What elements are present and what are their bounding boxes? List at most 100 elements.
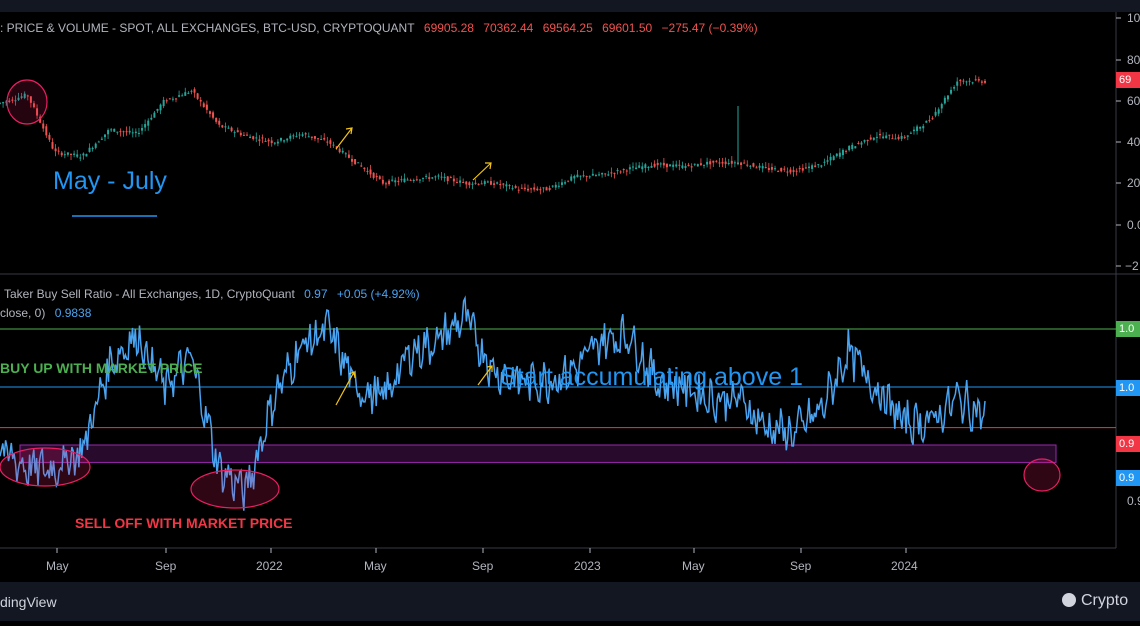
candle-body xyxy=(452,178,455,182)
candle-body xyxy=(449,177,452,179)
candle-body xyxy=(619,171,622,173)
candle-body xyxy=(641,166,644,170)
candle-body xyxy=(276,141,279,144)
candle-body xyxy=(100,138,103,140)
candle-body xyxy=(378,176,381,179)
x-label-5: 2023 xyxy=(574,559,601,573)
candle-body xyxy=(82,153,85,156)
candle-body xyxy=(224,126,227,128)
candle-body xyxy=(709,161,712,165)
candle-body xyxy=(792,170,795,172)
candle-body xyxy=(882,136,885,139)
candle-body xyxy=(764,167,767,169)
price-legend-high: 70362.44 xyxy=(483,21,534,35)
candle-body xyxy=(286,138,289,141)
price-legend[interactable]: : PRICE & VOLUME - SPOT, ALL EXCHANGES, … xyxy=(0,21,764,35)
cryptoquant-logo[interactable]: Crypto xyxy=(1062,592,1128,610)
candle-body xyxy=(601,172,604,175)
candle-body xyxy=(128,130,131,133)
candle-body xyxy=(564,182,567,184)
candle-body xyxy=(851,144,854,150)
candle-body xyxy=(493,183,496,185)
candle-body xyxy=(650,165,653,168)
candle-body xyxy=(706,161,709,165)
candle-body xyxy=(807,166,810,169)
candle-body xyxy=(474,182,477,184)
candle-body xyxy=(903,136,906,138)
candle-body xyxy=(351,158,354,162)
candle-body xyxy=(730,160,733,164)
candle-body xyxy=(919,126,922,129)
candle-body xyxy=(909,132,912,134)
candle-body xyxy=(246,134,249,136)
arrow-top-2 xyxy=(472,162,492,181)
candle-body xyxy=(613,172,616,174)
candle-body xyxy=(51,142,54,149)
ratio-legend-title: Taker Buy Sell Ratio - All Exchanges, 1D… xyxy=(4,287,295,301)
candle-body xyxy=(943,97,946,104)
candle-body xyxy=(45,126,48,136)
candle-body xyxy=(804,167,807,169)
x-label-8: 2024 xyxy=(891,559,918,573)
tradingview-brand[interactable]: dingView xyxy=(0,594,57,610)
candle-body xyxy=(505,184,508,187)
candle-body xyxy=(743,162,746,164)
ratio-legend-line2-value: 0.9838 xyxy=(54,306,92,320)
candle-body xyxy=(604,173,607,175)
candle-body xyxy=(496,182,499,184)
candle-body xyxy=(347,154,350,158)
candle-body xyxy=(854,146,857,149)
candle-body xyxy=(703,164,706,166)
candle-body xyxy=(625,170,628,172)
candle-body xyxy=(817,164,820,166)
candle-body xyxy=(323,137,326,140)
candle-body xyxy=(530,188,533,190)
candle-body xyxy=(699,163,702,166)
candle-body xyxy=(42,123,45,129)
candle-body xyxy=(332,144,335,146)
candle-body xyxy=(727,162,730,164)
candle-body xyxy=(239,132,242,136)
candle-body xyxy=(88,147,91,152)
candle-body xyxy=(780,167,783,172)
candle-body xyxy=(712,160,715,163)
candle-body xyxy=(585,176,588,178)
candle-body xyxy=(162,99,165,107)
candle-body xyxy=(551,185,554,187)
candle-body xyxy=(934,111,937,116)
candle-body xyxy=(687,164,690,167)
candle-body xyxy=(184,92,187,96)
candle-body xyxy=(131,132,134,134)
candle-body xyxy=(665,163,668,168)
ratio-legend[interactable]: Taker Buy Sell Ratio - All Exchanges, 1D… xyxy=(4,287,426,301)
candle-body xyxy=(431,177,434,179)
candle-body xyxy=(724,161,727,165)
candle-body xyxy=(607,174,610,176)
candle-body xyxy=(116,131,119,133)
candle-body xyxy=(693,163,696,165)
candle-body xyxy=(653,163,656,167)
ratio-tag-green: 1.0 xyxy=(1116,321,1140,337)
candle-body xyxy=(400,179,403,181)
candle-body xyxy=(508,185,511,187)
candle-body xyxy=(841,149,844,156)
candle-body xyxy=(295,136,298,138)
candle-body xyxy=(190,90,193,92)
ratio-legend-line2[interactable]: close, 0) 0.9838 xyxy=(0,306,97,320)
candle-body xyxy=(900,136,903,139)
candle-body xyxy=(119,131,122,133)
candle-body xyxy=(965,81,968,83)
candle-body xyxy=(845,150,848,152)
candle-body xyxy=(391,179,394,181)
ratio-legend-line2-label: close, 0) xyxy=(0,306,46,320)
candle-body xyxy=(48,134,51,140)
candle-body xyxy=(783,168,786,170)
candle-body xyxy=(357,162,360,164)
candle-body xyxy=(644,164,647,168)
candle-body xyxy=(406,179,409,181)
price-legend-change: −275.47 (−0.39%) xyxy=(661,21,758,35)
candle-body xyxy=(798,168,801,170)
x-label-3: May xyxy=(364,559,387,573)
candle-body xyxy=(366,170,369,172)
candle-body xyxy=(863,140,866,142)
